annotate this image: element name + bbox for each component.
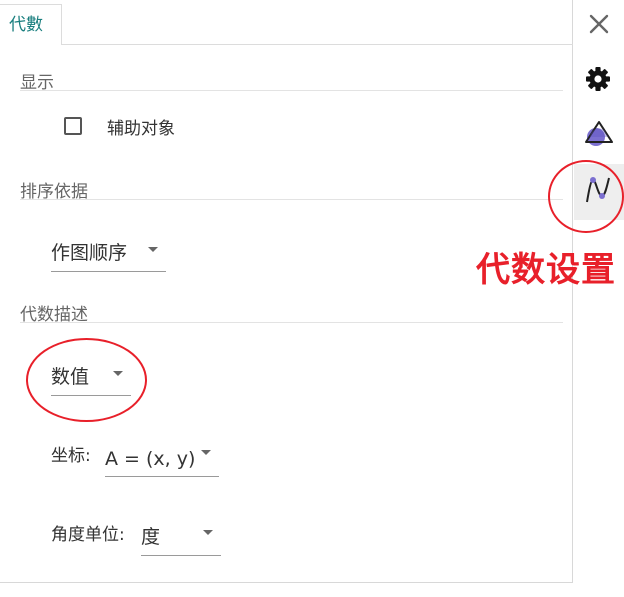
graphics-settings-button[interactable] (582, 118, 614, 150)
close-icon (589, 14, 609, 34)
highlight-ellipse-description (26, 338, 147, 422)
dropdown-arrow-icon (203, 530, 213, 535)
gear-icon (586, 67, 610, 91)
sort-order-dropdown[interactable]: 作图顺序 (51, 234, 166, 272)
section-divider-sort (20, 199, 563, 200)
angle-unit-dropdown[interactable]: 度 (141, 518, 221, 556)
section-divider-display (20, 90, 563, 91)
tab-algebra[interactable]: 代數 (0, 4, 62, 45)
tab-bar-divider (62, 44, 573, 45)
auxiliary-objects-label[interactable]: 辅助对象 (107, 114, 175, 139)
section-divider-description (20, 322, 563, 323)
coordinates-label: 坐标: (51, 446, 91, 466)
auxiliary-objects-checkbox[interactable] (64, 117, 82, 135)
annotation-algebra-settings: 代数设置 (476, 250, 616, 290)
sort-order-value: 作图顺序 (51, 242, 128, 264)
angle-unit-label: 角度单位: (51, 525, 125, 545)
highlight-ellipse-algebra-settings (548, 160, 624, 233)
dropdown-arrow-icon (201, 450, 211, 455)
dropdown-arrow-icon (148, 247, 158, 252)
angle-unit-value: 度 (141, 526, 161, 548)
close-button[interactable] (587, 12, 611, 36)
algebra-settings-window: 代數 显示 辅助对象 排序依据 作图顺序 代数描述 数值 坐标: A = (x,… (0, 0, 624, 597)
settings-button[interactable] (582, 63, 614, 95)
coordinates-value: A = (x, y) (105, 448, 196, 470)
shapes-icon (585, 121, 613, 146)
settings-panel (0, 0, 573, 583)
coordinates-dropdown[interactable]: A = (x, y) (105, 438, 219, 477)
